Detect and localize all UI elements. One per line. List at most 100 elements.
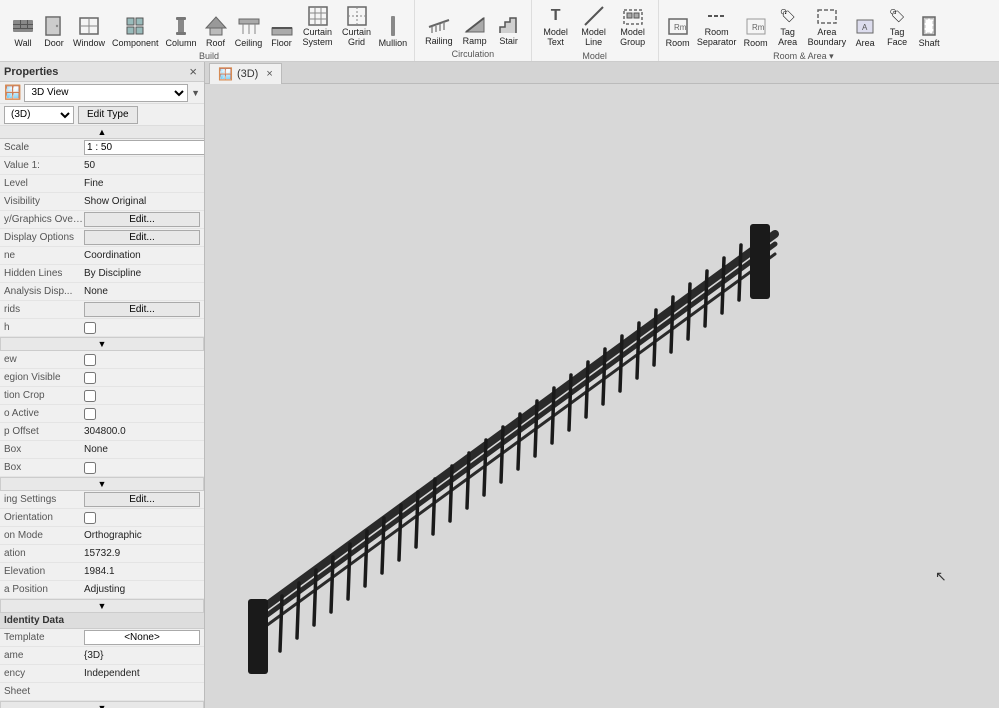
tag-face-button[interactable]: 🏷 TagFace: [881, 2, 913, 50]
view-type-select[interactable]: 3D View: [24, 84, 188, 102]
railing-icon: [427, 12, 451, 36]
railing-label: Railing: [425, 36, 453, 46]
room-separator-label: RoomSeparator: [697, 28, 737, 48]
prop-name-template: Template: [4, 632, 84, 643]
room-area-group-label: Room & Area ▾: [773, 51, 834, 62]
wall-button[interactable]: Wall: [8, 12, 38, 50]
prop-checkbox-active[interactable]: [84, 408, 96, 420]
room-button[interactable]: Rm Room: [663, 12, 693, 50]
prop-btn-template[interactable]: <None>: [84, 630, 200, 645]
prop-name-value: Value 1:: [4, 160, 84, 171]
prop-checkbox-region[interactable]: [84, 372, 96, 384]
model-group-label: ModelGroup: [620, 28, 645, 48]
prop-row-eye-elev: ation 15732.9: [0, 545, 204, 563]
roof-button[interactable]: Roof: [201, 12, 231, 50]
curtain-grid-label: CurtainGrid: [342, 28, 371, 48]
svg-text:A: A: [862, 23, 868, 32]
floor-button[interactable]: Floor: [267, 12, 297, 50]
area-icon: A: [853, 14, 877, 38]
model-group-button[interactable]: ModelGroup: [614, 2, 652, 50]
stair-button[interactable]: Stair: [493, 10, 525, 48]
tag-area-icon: 🏷: [776, 4, 800, 28]
mullion-button[interactable]: Mullion: [376, 12, 411, 50]
tab-label-3d: (3D): [237, 68, 258, 80]
scroll-up-arrow[interactable]: ▲: [0, 126, 204, 139]
prop-name-display-options: Display Options: [4, 232, 84, 243]
view-type-dropdown[interactable]: (3D): [4, 106, 74, 124]
ceiling-button[interactable]: Ceiling: [232, 12, 266, 50]
prop-value-view-name: {3D}: [84, 650, 200, 661]
roof-icon: [204, 14, 228, 38]
area-boundary-label: AreaBoundary: [808, 28, 847, 48]
prop-name-hidden-lines: Hidden Lines: [4, 268, 84, 279]
shaft-button[interactable]: Shaft: [914, 12, 944, 50]
area-boundary-button[interactable]: AreaBoundary: [805, 2, 850, 50]
curtain-system-button[interactable]: CurtainSystem: [298, 2, 338, 50]
viewport-canvas[interactable]: ↖: [205, 84, 999, 708]
prop-value-analysis: None: [84, 286, 200, 297]
shaft-label: Shaft: [919, 38, 940, 48]
prop-name-cam-position: a Position: [4, 584, 84, 595]
view-type-row: (3D) Edit Type: [0, 104, 204, 126]
prop-checkbox-orient[interactable]: [84, 512, 96, 524]
area-button[interactable]: A Area: [850, 12, 880, 50]
tag-room-button[interactable]: Rm Room: [741, 12, 771, 50]
mullion-icon: [381, 14, 405, 38]
prop-input-scale[interactable]: [84, 140, 204, 155]
ribbon-group-circulation: Railing Ramp Stair Circulation: [415, 0, 532, 61]
prop-row-cam-position: a Position Adjusting: [0, 581, 204, 599]
prop-name-h: h: [4, 322, 84, 333]
model-text-button[interactable]: T ModelText: [538, 2, 574, 50]
prop-row-graphics-override: y/Graphics Over... Edit...: [0, 211, 204, 229]
scroll-mid-arrow[interactable]: ▼: [0, 337, 204, 351]
prop-checkbox-crop[interactable]: [84, 390, 96, 402]
prop-name-visibility: Visibility: [4, 196, 84, 207]
tab-close-button[interactable]: ×: [266, 68, 272, 80]
prop-row-hidden-lines: Hidden Lines By Discipline: [0, 265, 204, 283]
model-text-label: ModelText: [543, 28, 568, 48]
prop-btn-graphics[interactable]: Edit...: [84, 212, 200, 227]
curtain-grid-button[interactable]: CurtainGrid: [339, 2, 375, 50]
window-button[interactable]: Window: [70, 12, 108, 50]
prop-checkbox-box[interactable]: [84, 462, 96, 474]
prop-row-level: Level Fine: [0, 175, 204, 193]
prop-btn-display[interactable]: Edit...: [84, 230, 200, 245]
tab-icon-3d: 🪟: [218, 67, 233, 81]
prop-btn-render[interactable]: Edit...: [84, 492, 200, 507]
room-icon: Rm: [666, 14, 690, 38]
scroll-mid4-arrow[interactable]: ▼: [0, 701, 204, 708]
prop-checkbox-h[interactable]: [84, 322, 96, 334]
curtain-grid-icon: [345, 4, 369, 28]
ramp-icon: [463, 12, 487, 36]
scroll-mid3-arrow[interactable]: ▼: [0, 599, 204, 613]
prop-row-template: Template <None>: [0, 629, 204, 647]
prop-name-section-crop: tion Crop: [4, 390, 84, 401]
room-separator-button[interactable]: RoomSeparator: [694, 2, 740, 50]
type-icon: 🪟: [4, 84, 21, 101]
column-button[interactable]: Column: [163, 12, 200, 50]
viewport-tab-3d[interactable]: 🪟 (3D) ×: [209, 63, 282, 84]
column-label: Column: [166, 38, 197, 48]
door-button[interactable]: Door: [39, 12, 69, 50]
prop-row-section-crop: tion Crop: [0, 387, 204, 405]
prop-checkbox-view[interactable]: [84, 354, 96, 366]
tag-area-button[interactable]: 🏷 TagArea: [772, 2, 804, 50]
prop-row-view-name: ame {3D}: [0, 647, 204, 665]
properties-panel: Properties × 🪟 3D View ▼ (3D) Edit Type …: [0, 62, 205, 708]
ramp-button[interactable]: Ramp: [459, 10, 491, 48]
component-button[interactable]: Component: [109, 12, 162, 50]
svg-text:Rm: Rm: [674, 23, 687, 32]
edit-type-button[interactable]: Edit Type: [78, 106, 138, 124]
svg-text:Rm: Rm: [752, 23, 765, 32]
scroll-mid2-arrow[interactable]: ▼: [0, 477, 204, 491]
railing-button[interactable]: Railing: [421, 10, 457, 48]
ceiling-icon: [237, 14, 261, 38]
panel-close-button[interactable]: ×: [186, 64, 200, 79]
prop-value-level: Fine: [84, 178, 200, 189]
prop-name-section-box: Box: [4, 444, 84, 455]
model-line-button[interactable]: ModelLine: [576, 2, 612, 50]
prop-name-render-settings: ing Settings: [4, 494, 84, 505]
tag-face-icon: 🏷: [885, 4, 909, 28]
prop-name-crop-offset: p Offset: [4, 426, 84, 437]
prop-btn-grids[interactable]: Edit...: [84, 302, 200, 317]
